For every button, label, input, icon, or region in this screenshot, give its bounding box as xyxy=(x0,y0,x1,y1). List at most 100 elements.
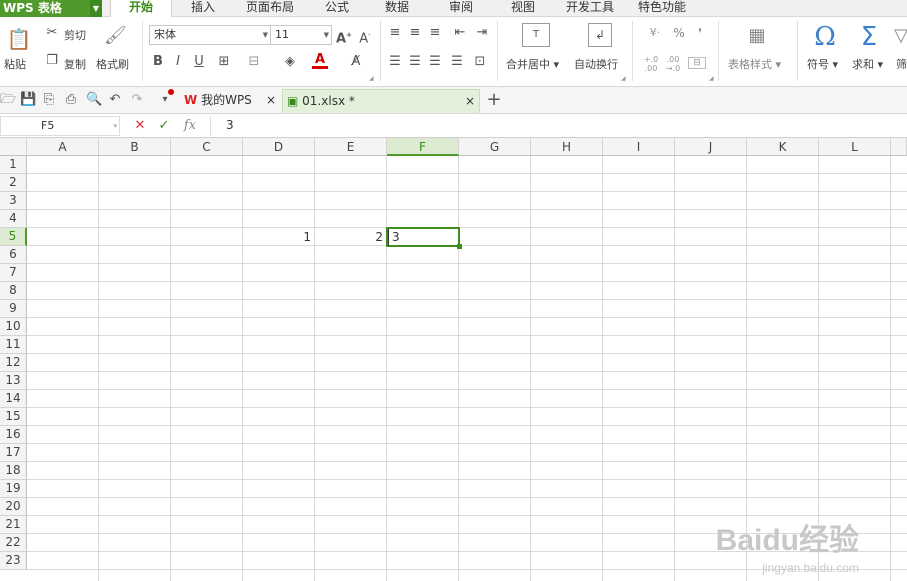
column-header-f[interactable]: F xyxy=(387,138,459,156)
column-header-l[interactable]: L xyxy=(819,138,891,156)
tab-developer[interactable]: 开发工具 xyxy=(558,0,622,17)
insert-function-icon[interactable]: fx xyxy=(180,119,200,133)
print-icon[interactable]: ⎙ xyxy=(64,93,78,107)
fill-color-icon[interactable]: ◈ xyxy=(282,55,298,69)
tab-my-wps[interactable]: W 我的WPS × xyxy=(180,89,280,113)
bold-button[interactable]: B xyxy=(151,55,165,69)
active-cell-f5[interactable]: 3 xyxy=(386,227,462,249)
select-all-corner[interactable] xyxy=(0,138,27,156)
align-top-icon[interactable]: ≡ xyxy=(388,26,402,40)
filter-button[interactable]: 筛 xyxy=(896,56,907,72)
clear-format-icon[interactable]: A̸ xyxy=(348,55,364,69)
borders-icon[interactable]: ⊞ xyxy=(216,55,232,69)
increase-decimal-icon[interactable]: +.0.00 xyxy=(642,55,660,73)
table-style-icon[interactable]: ▦ xyxy=(744,25,770,47)
tab-data[interactable]: 数据 xyxy=(372,0,422,17)
row-header[interactable]: 15 xyxy=(0,408,27,426)
row-header[interactable]: 10 xyxy=(0,318,27,336)
undo-icon[interactable]: ↶ xyxy=(108,93,122,107)
close-icon[interactable]: × xyxy=(266,89,276,111)
spreadsheet-grid[interactable]: A B C D E F G H I J K L 1 2 3 4 5 6 7 8 … xyxy=(0,138,907,581)
row-header[interactable]: 6 xyxy=(0,246,27,264)
fill-handle[interactable] xyxy=(457,244,462,249)
chevron-down-icon[interactable]: ▼ xyxy=(90,0,102,17)
decrease-font-icon[interactable]: A- xyxy=(357,28,373,46)
tab-special-features[interactable]: 特色功能 xyxy=(630,0,694,17)
copy-icon[interactable]: ❐ xyxy=(44,54,60,68)
row-header[interactable]: 18 xyxy=(0,462,27,480)
scissors-icon[interactable]: ✂ xyxy=(44,26,60,40)
decrease-indent-icon[interactable]: ⇤ xyxy=(452,26,468,40)
tab-review[interactable]: 审阅 xyxy=(436,0,486,17)
row-header[interactable]: 11 xyxy=(0,336,27,354)
justify-icon[interactable]: ☰ xyxy=(450,55,464,69)
tab-home[interactable]: 开始 xyxy=(110,0,172,18)
percent-button[interactable]: % xyxy=(672,26,686,40)
symbol-button[interactable]: 符号 ▾ xyxy=(807,56,838,72)
cut-button[interactable]: 剪切 xyxy=(64,27,86,43)
underline-button[interactable]: U xyxy=(192,55,206,69)
align-bottom-icon[interactable]: ≡ xyxy=(428,26,442,40)
row-header[interactable]: 8 xyxy=(0,282,27,300)
open-folder-icon[interactable]: 🗁 xyxy=(0,93,16,107)
row-header[interactable]: 17 xyxy=(0,444,27,462)
wrap-text-button[interactable]: 自动换行 xyxy=(574,56,618,72)
row-header[interactable]: 2 xyxy=(0,174,27,192)
increase-font-icon[interactable]: A+ xyxy=(336,28,352,46)
italic-button[interactable]: I xyxy=(172,55,184,69)
tab-view[interactable]: 视图 xyxy=(498,0,548,17)
column-header-e[interactable]: E xyxy=(315,138,387,156)
column-header-b[interactable]: B xyxy=(99,138,171,156)
export-pdf-icon[interactable]: ⎘ xyxy=(42,93,56,107)
row-header[interactable]: 22 xyxy=(0,534,27,552)
column-header-k[interactable]: K xyxy=(747,138,819,156)
cancel-edit-icon[interactable]: ✕ xyxy=(133,119,147,133)
align-left-icon[interactable]: ☰ xyxy=(388,55,402,69)
wrap-text-icon[interactable]: ↲ xyxy=(588,23,612,47)
merge-center-icon[interactable]: T xyxy=(522,23,550,47)
paste-icon[interactable]: 📋 xyxy=(6,27,32,51)
column-header-a[interactable]: A xyxy=(27,138,99,156)
number-format-icon[interactable]: ⊟ xyxy=(688,57,706,69)
decrease-decimal-icon[interactable]: .00 →.0 xyxy=(664,55,682,73)
row-header[interactable]: 1 xyxy=(0,156,27,174)
format-painter-icon[interactable]: 🖌 xyxy=(104,25,127,47)
column-header-j[interactable]: J xyxy=(675,138,747,156)
font-name-select[interactable]: 宋体 ▼ xyxy=(149,25,271,45)
column-header-c[interactable]: C xyxy=(171,138,243,156)
cell-f5[interactable]: 3 xyxy=(388,229,403,246)
font-color-icon[interactable]: A xyxy=(312,53,328,69)
align-center-icon[interactable]: ☰ xyxy=(408,55,422,69)
paste-button[interactable]: 粘贴 xyxy=(4,56,26,72)
column-header-g[interactable]: G xyxy=(459,138,531,156)
print-preview-icon[interactable]: 🔍 xyxy=(86,93,102,107)
dialog-launcher-icon[interactable]: ◢ xyxy=(621,75,626,82)
column-header-h[interactable]: H xyxy=(531,138,603,156)
column-header-m[interactable] xyxy=(891,138,907,156)
filter-icon[interactable]: ▽ xyxy=(894,25,907,47)
row-header[interactable]: 3 xyxy=(0,192,27,210)
row-header-selected[interactable]: 5 xyxy=(0,228,27,246)
tab-file-01[interactable]: ▣ 01.xlsx * × xyxy=(282,89,480,113)
font-size-select[interactable]: 11 ▼ xyxy=(270,25,332,45)
redo-icon[interactable]: ↷ xyxy=(130,93,144,107)
omega-icon[interactable]: Ω xyxy=(810,23,840,51)
table-style-button[interactable]: 表格样式 ▾ xyxy=(728,56,781,72)
currency-icon[interactable]: ¥· xyxy=(642,26,668,40)
formula-input[interactable]: 3 xyxy=(226,118,234,132)
close-icon[interactable]: × xyxy=(465,90,475,112)
row-header[interactable]: 19 xyxy=(0,480,27,498)
row-header[interactable]: 4 xyxy=(0,210,27,228)
dialog-launcher-icon[interactable]: ◢ xyxy=(369,75,374,82)
tab-insert[interactable]: 插入 xyxy=(178,0,228,17)
row-header[interactable]: 16 xyxy=(0,426,27,444)
column-header-i[interactable]: I xyxy=(603,138,675,156)
cell-d5[interactable]: 1 xyxy=(243,229,314,246)
row-header[interactable]: 12 xyxy=(0,354,27,372)
row-header[interactable]: 7 xyxy=(0,264,27,282)
save-icon[interactable]: 💾 xyxy=(20,93,36,107)
distributed-icon[interactable]: ⊡ xyxy=(472,55,488,69)
row-header[interactable]: 23 xyxy=(0,552,27,570)
merge-borders-icon[interactable]: ⊟ xyxy=(244,55,264,69)
tab-formulas[interactable]: 公式 xyxy=(312,0,362,17)
